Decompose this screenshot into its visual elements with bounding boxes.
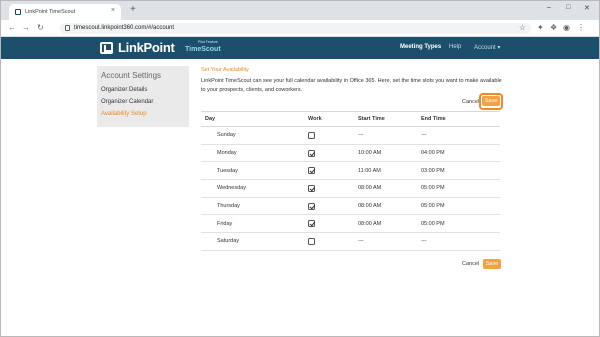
linkpoint-logo-icon bbox=[100, 42, 113, 54]
menu-kebab-icon[interactable]: ⋮ bbox=[577, 23, 585, 33]
new-tab-button[interactable]: + bbox=[130, 4, 136, 16]
work-checkbox[interactable] bbox=[308, 184, 315, 192]
day-cell: Monday bbox=[201, 144, 304, 163]
table-row: Saturday --- --- bbox=[201, 232, 500, 251]
back-arrow-icon[interactable]: ← bbox=[8, 23, 16, 33]
address-bar[interactable]: timescout.linkpoint360.com/#/account ☆ bbox=[60, 23, 531, 34]
work-checkbox[interactable] bbox=[308, 202, 315, 210]
day-cell: Thursday bbox=[201, 197, 304, 216]
sync-icon[interactable]: ◉ bbox=[563, 23, 570, 33]
settings-sidebar: Account Settings Organizer Details Organ… bbox=[97, 66, 189, 127]
table-row: Tuesday 11:00 AM 03:00 PM bbox=[201, 161, 500, 181]
nav-help[interactable]: Help bbox=[449, 44, 461, 50]
table-row: Sunday --- --- bbox=[201, 126, 500, 145]
table-row: Thursday 08:00 AM 05:00 PM bbox=[201, 197, 500, 216]
table-row: Monday 10:00 AM 04:00 PM bbox=[201, 144, 500, 163]
work-cell bbox=[304, 214, 354, 234]
column-header-work: Work bbox=[304, 111, 354, 127]
save-button-top[interactable]: Save bbox=[482, 96, 500, 106]
end-time-cell[interactable]: 04:00 PM bbox=[417, 144, 500, 163]
screen: LinkPoint TimeScout × + – □ ✕ ← → ↻ time… bbox=[0, 0, 600, 337]
end-time-cell: --- bbox=[417, 232, 500, 251]
forward-arrow-icon[interactable]: → bbox=[22, 23, 30, 33]
sidebar-item-organizer-calendar[interactable]: Organizer Calendar bbox=[101, 99, 153, 105]
end-time-cell[interactable]: 05:00 PM bbox=[417, 179, 500, 198]
browser-tab-strip: LinkPoint TimeScout × + – □ ✕ bbox=[1, 1, 599, 20]
logo-sub-text: TimeScout bbox=[185, 46, 221, 53]
work-cell bbox=[304, 232, 354, 251]
column-header-start-time: Start Time bbox=[354, 111, 417, 127]
table-header-row: Day Work Start Time End Time bbox=[201, 111, 500, 127]
browser-toolbar: ← → ↻ timescout.linkpoint360.com/#/accou… bbox=[1, 20, 599, 37]
day-cell: Tuesday bbox=[201, 161, 304, 181]
start-time-cell: --- bbox=[354, 232, 417, 251]
page-description: LinkPoint TimeScout can see your full ca… bbox=[201, 78, 502, 93]
end-time-cell[interactable]: 05:00 PM bbox=[417, 214, 500, 234]
work-cell bbox=[304, 161, 354, 181]
start-time-cell: --- bbox=[354, 126, 417, 145]
lock-icon bbox=[65, 25, 70, 31]
cancel-button-top[interactable]: Cancel bbox=[462, 99, 479, 105]
reload-icon[interactable]: ↻ bbox=[37, 23, 44, 33]
nav-meeting-types[interactable]: Meeting Types bbox=[400, 44, 441, 50]
column-header-end-time: End Time bbox=[417, 111, 500, 127]
puzzle-icon[interactable]: ❖ bbox=[550, 23, 557, 33]
work-cell bbox=[304, 144, 354, 163]
minimize-button[interactable]: – bbox=[547, 4, 551, 11]
start-time-cell[interactable]: 10:00 AM bbox=[354, 144, 417, 163]
bookmark-star-icon[interactable]: ☆ bbox=[519, 23, 526, 32]
end-time-cell[interactable]: 03:00 PM bbox=[417, 161, 500, 181]
close-window-button[interactable]: ✕ bbox=[584, 4, 590, 12]
work-cell bbox=[304, 179, 354, 198]
sidebar-item-availability-setup[interactable]: Availability Setup bbox=[101, 111, 147, 117]
day-cell: Sunday bbox=[201, 126, 304, 145]
tab-title: LinkPoint TimeScout bbox=[25, 9, 76, 15]
work-checkbox[interactable] bbox=[308, 167, 315, 175]
day-cell: Wednesday bbox=[201, 179, 304, 198]
cancel-button-bottom[interactable]: Cancel bbox=[462, 261, 479, 267]
work-checkbox[interactable] bbox=[308, 220, 315, 228]
nav-account[interactable]: Account ▾ bbox=[474, 44, 500, 51]
extension-icon[interactable]: ✦ bbox=[537, 23, 544, 33]
column-header-day: Day bbox=[201, 111, 304, 127]
day-cell: Saturday bbox=[201, 232, 304, 251]
maximize-button[interactable]: □ bbox=[566, 4, 570, 11]
url-text: timescout.linkpoint360.com/#/account bbox=[74, 25, 175, 31]
sidebar-title: Account Settings bbox=[101, 71, 162, 80]
page-title: Set Your Availability bbox=[201, 67, 249, 73]
start-time-cell[interactable]: 08:00 AM bbox=[354, 179, 417, 198]
end-time-cell[interactable]: 05:00 PM bbox=[417, 197, 500, 216]
sidebar-item-organizer-details[interactable]: Organizer Details bbox=[101, 87, 147, 93]
logo-main-text: LinkPoint bbox=[118, 40, 175, 55]
day-cell: Friday bbox=[201, 214, 304, 234]
work-checkbox[interactable] bbox=[308, 149, 315, 157]
save-button-bottom[interactable]: Save bbox=[483, 259, 501, 269]
start-time-cell[interactable]: 11:00 AM bbox=[354, 161, 417, 181]
app-header: LinkPoint Pilot Feature TimeScout Meetin… bbox=[1, 37, 599, 59]
browser-tab[interactable]: LinkPoint TimeScout × bbox=[9, 4, 121, 20]
tab-close-icon[interactable]: × bbox=[111, 7, 115, 14]
start-time-cell[interactable]: 08:00 AM bbox=[354, 214, 417, 234]
logo-tag: Pilot Feature bbox=[198, 40, 218, 44]
work-checkbox[interactable] bbox=[308, 237, 315, 245]
table-row: Wednesday 08:00 AM 05:00 PM bbox=[201, 179, 500, 198]
favicon-icon bbox=[15, 9, 21, 15]
start-time-cell[interactable]: 08:00 AM bbox=[354, 197, 417, 216]
availability-table: Day Work Start Time End Time Sunday --- --… bbox=[201, 111, 500, 251]
work-cell bbox=[304, 126, 354, 145]
table-row: Friday 08:00 AM 05:00 PM bbox=[201, 214, 500, 234]
end-time-cell: --- bbox=[417, 126, 500, 145]
work-checkbox[interactable] bbox=[308, 131, 315, 139]
work-cell bbox=[304, 197, 354, 216]
